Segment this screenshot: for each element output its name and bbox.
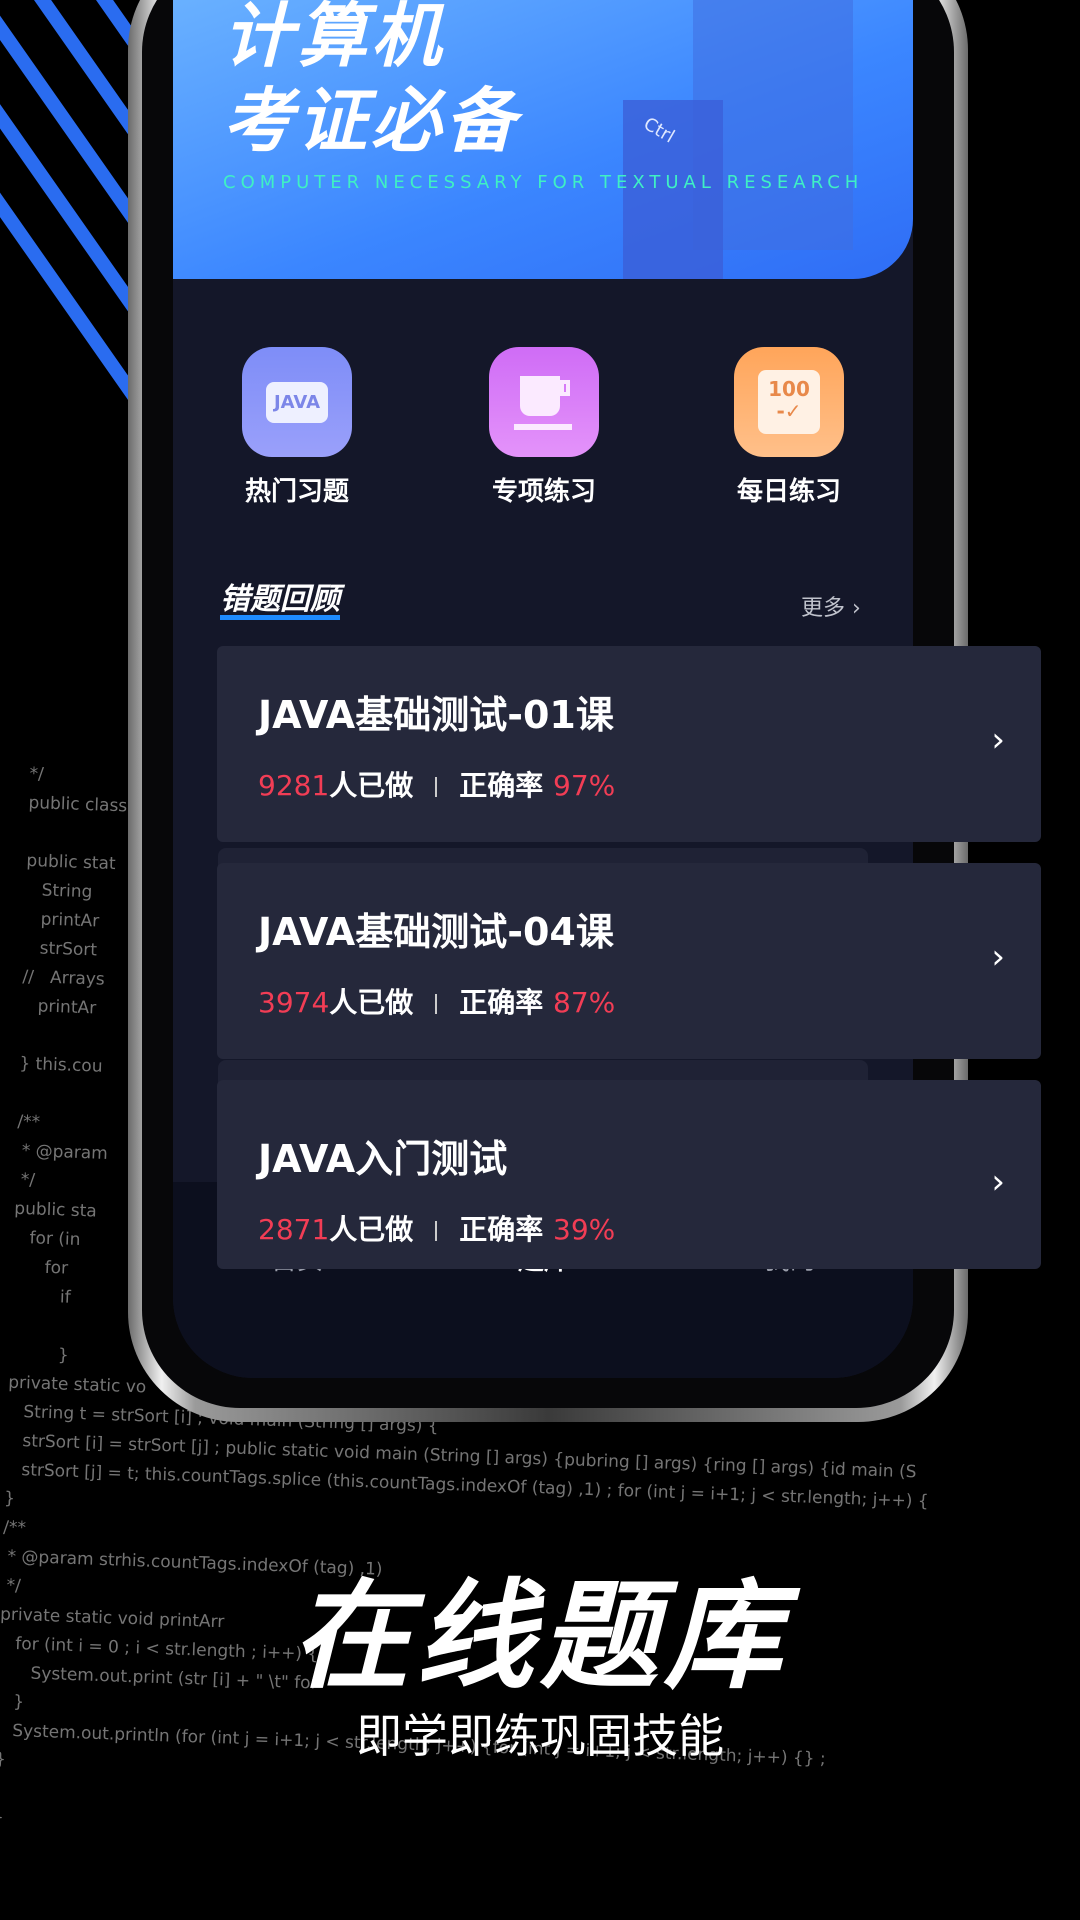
more-link[interactable]: 更多 › — [801, 590, 861, 622]
banner-tagline: COMPUTER NECESSARY FOR TEXTUAL RESEARCH — [223, 172, 864, 193]
accuracy-rate: 87% — [553, 986, 616, 1019]
rate-label: 正确率 — [459, 1213, 544, 1246]
score-100-icon: 100 -✓ — [734, 347, 844, 457]
banner[interactable]: Ctrl 计算机 考证必备 COMPUTER NECESSARY FOR TEX… — [173, 0, 913, 279]
done-suffix: 人已做 — [329, 769, 414, 802]
promo-headline: 在线题库 — [291, 1567, 788, 1705]
promo-subheadline: 即学即练巩固技能 — [356, 1709, 724, 1763]
shortcut-label: 每日练习 — [736, 477, 841, 507]
shortcut-label: 热门习题 — [244, 477, 349, 507]
done-count: 9281 — [258, 769, 330, 802]
accuracy-rate: 97% — [553, 769, 616, 802]
java-chat-icon: JAVA — [242, 347, 352, 457]
done-suffix: 人已做 — [329, 986, 414, 1019]
chevron-right-icon: › — [991, 720, 1005, 760]
section-title: 错题回顾 — [220, 585, 340, 620]
chevron-right-icon: › — [852, 596, 861, 621]
shortcut-special-practice[interactable]: 专项练习 — [444, 347, 644, 508]
banner-title-line2: 考证必备 — [223, 80, 519, 162]
rate-label: 正确率 — [459, 986, 544, 1019]
card-title: JAVA基础测试-04课 — [258, 910, 614, 954]
done-suffix: 人已做 — [329, 1213, 414, 1246]
divider — [435, 1221, 438, 1241]
divider — [435, 777, 438, 797]
review-card[interactable]: JAVA入门测试 2871人已做 正确率 39% › — [217, 1080, 1041, 1269]
shortcut-hot-exercises[interactable]: JAVA 热门习题 — [197, 347, 397, 508]
cup-icon — [489, 347, 599, 457]
done-count: 2871 — [258, 1213, 330, 1246]
more-label: 更多 — [801, 596, 846, 621]
divider — [435, 994, 438, 1014]
review-card[interactable]: JAVA基础测试-01课 9281人已做 正确率 97% › — [217, 646, 1041, 842]
card-title: JAVA基础测试-01课 — [258, 693, 614, 737]
chevron-right-icon: › — [991, 1162, 1005, 1202]
card-title: JAVA入门测试 — [258, 1137, 508, 1181]
review-card[interactable]: JAVA基础测试-04课 3974人已做 正确率 87% › — [217, 863, 1041, 1059]
shortcut-label: 专项练习 — [491, 477, 596, 507]
done-count: 3974 — [258, 986, 330, 1019]
accuracy-rate: 39% — [553, 1213, 616, 1246]
rate-label: 正确率 — [459, 769, 544, 802]
decorative-stripes — [0, 0, 140, 640]
shortcut-daily-practice[interactable]: 100 -✓ 每日练习 — [689, 347, 889, 508]
chevron-right-icon: › — [991, 937, 1005, 977]
